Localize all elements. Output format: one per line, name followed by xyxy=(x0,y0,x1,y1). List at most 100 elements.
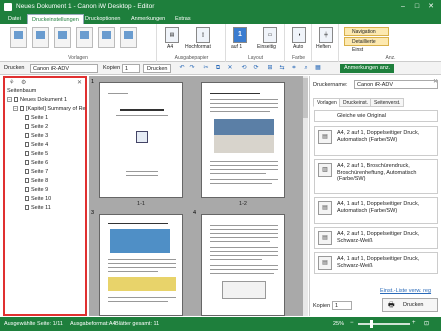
minimize-icon[interactable]: – xyxy=(398,2,408,12)
tab-anmerkungen[interactable]: Anmerkungen xyxy=(127,14,169,24)
navigation-button[interactable]: Navigation xyxy=(344,27,389,36)
pages-per-sheet-button[interactable]: 1 xyxy=(233,27,247,43)
page-view-icon[interactable]: ▦ xyxy=(314,65,322,72)
cut-icon[interactable]: ✂ xyxy=(202,65,210,72)
undo-icon[interactable]: ↶ xyxy=(178,65,186,72)
tree-chapter[interactable]: − [Kapitel] Summary of Re xyxy=(13,106,86,112)
tree-chapter-label: [Kapitel] Summary of Re xyxy=(26,106,86,112)
page-thumbnail-3[interactable] xyxy=(99,214,183,316)
print-button[interactable]: Drucken xyxy=(143,64,172,73)
tree-page-item[interactable]: Seite 10 xyxy=(25,196,51,202)
page-thumbnail-4[interactable] xyxy=(201,214,285,316)
setting-item[interactable]: ▤ A4, 1 auf 1, Doppelseitiger Druck, Aut… xyxy=(314,197,438,224)
template-button-6[interactable] xyxy=(120,27,137,48)
group-label-layout: Layout xyxy=(247,55,263,61)
tree-root[interactable]: − Neues Dokument 1 xyxy=(7,97,67,103)
page-icon xyxy=(25,187,29,193)
rotate-right-icon[interactable]: ⟳ xyxy=(252,65,260,72)
setting-item[interactable]: ▤ A4, 2 auf 1, Doppelseitiger Druck, Sch… xyxy=(314,227,438,249)
tree-page-item[interactable]: Seite 11 xyxy=(25,205,51,211)
page-icon xyxy=(25,151,29,157)
orientation-icon[interactable]: ▯ xyxy=(196,27,210,43)
redo-icon[interactable]: ↷ xyxy=(188,65,196,72)
pages-per-sheet-label: auf 1 xyxy=(231,44,243,50)
rotate-left-icon[interactable]: ⟲ xyxy=(240,65,248,72)
copies-input[interactable]: 1 xyxy=(332,301,352,310)
tree-page-item[interactable]: Seite 3 xyxy=(25,133,48,139)
setting-item[interactable]: ▤ A4, 1 auf 1, Doppelseitiger Druck, Sch… xyxy=(314,252,438,274)
move-page-icon[interactable]: ⇆ xyxy=(278,65,286,72)
template-button-2[interactable] xyxy=(32,27,49,48)
setting-item[interactable]: ▤ A4, 2 auf 1, Doppelseitiger Druck, Aut… xyxy=(314,126,438,156)
page-icon xyxy=(25,133,29,139)
zoom-icon[interactable]: ⌕ xyxy=(302,65,310,72)
zoom-slider-thumb[interactable] xyxy=(370,320,373,328)
tab-druckoptionen[interactable]: Druckoptionen xyxy=(81,14,124,24)
tree-page-item[interactable]: Seite 2 xyxy=(25,124,48,130)
title-bar: Neues Dokument 1 - Canon iW Desktop - Ed… xyxy=(0,0,441,14)
tree-page-item[interactable]: Seite 1 xyxy=(25,115,48,121)
tree-root-label: Neues Dokument 1 xyxy=(20,97,68,103)
zoom-slider[interactable] xyxy=(358,323,410,325)
zoom-out-icon[interactable]: − xyxy=(350,320,354,326)
setting-text: A4, 2 auf 1, Broschürendruck, Broschüren… xyxy=(337,163,417,182)
panel-close-icon[interactable]: ✕ xyxy=(77,80,84,87)
tab-datei[interactable]: Datei xyxy=(4,14,25,24)
maximize-icon[interactable]: □ xyxy=(412,2,422,12)
window-title: Neues Dokument 1 - Canon iW Desktop - Ed… xyxy=(16,3,155,10)
tab-druckeinst[interactable]: Druckeinst. xyxy=(339,98,373,107)
delete-icon[interactable]: ✕ xyxy=(226,65,234,72)
sheet-label: 1-1 xyxy=(137,201,145,207)
tree-page-label: Seite 6 xyxy=(31,160,49,166)
tree-page-item[interactable]: Seite 5 xyxy=(25,151,48,157)
page-thumbnail-1[interactable] xyxy=(99,82,183,198)
tree-page-item[interactable]: Seite 6 xyxy=(25,160,48,166)
tree-settings-icon[interactable]: ⚙ xyxy=(21,80,28,87)
tab-vorlagen[interactable]: Vorlagen xyxy=(313,98,341,107)
tree-page-item[interactable]: Seite 4 xyxy=(25,142,48,148)
page-thumbnail-2[interactable] xyxy=(201,82,285,198)
show-annotations-button[interactable]: Anmerkungen anz. xyxy=(340,64,395,73)
template-button-3[interactable] xyxy=(54,27,71,48)
settings-list-link[interactable]: Einst.-Liste verw. reg xyxy=(380,288,431,294)
tree-page-item[interactable]: Seite 8 xyxy=(25,178,48,184)
group-anzeige: Navigation Detaillierte Einst Anz. xyxy=(340,24,441,62)
tree-page-label: Seite 5 xyxy=(31,151,49,157)
scrollbar-thumb[interactable] xyxy=(303,78,308,118)
tab-seitenverst[interactable]: Seitenverst. xyxy=(370,98,405,107)
fit-page-icon[interactable]: ⊡ xyxy=(424,320,429,327)
printer-name-select[interactable]: Canon iR-ADV xyxy=(354,80,438,89)
tree-page-item[interactable]: Seite 9 xyxy=(25,187,48,193)
paper-size-icon[interactable]: ▤ xyxy=(165,27,179,43)
template-button-4[interactable] xyxy=(76,27,93,48)
copies-input[interactable]: 1 xyxy=(122,64,140,73)
tree-tool-icon[interactable]: ⚘ xyxy=(9,80,16,87)
setting-item[interactable]: Gleiche wie Original xyxy=(314,110,438,122)
document-view[interactable]: 1 1-1 1-2 3 4 xyxy=(89,76,303,316)
template-button-1[interactable] xyxy=(10,27,27,48)
crop-icon[interactable]: ⌗ xyxy=(290,65,298,72)
tree-page-item[interactable]: Seite 7 xyxy=(25,169,48,175)
collapse-icon[interactable]: − xyxy=(13,106,18,112)
collapse-icon[interactable]: − xyxy=(7,97,12,103)
duplex-icon[interactable]: ▭ xyxy=(263,27,277,43)
stapler-icon[interactable]: ╪ xyxy=(319,27,333,43)
detail-settings-button[interactable]: Detaillierte Einst xyxy=(344,37,389,53)
tab-druckeinstellungen[interactable]: Druckeinstellungen xyxy=(27,14,84,24)
tree-page-label: Seite 8 xyxy=(31,178,49,184)
close-icon[interactable]: ✕ xyxy=(426,2,436,12)
color-icon[interactable]: ◑ xyxy=(292,27,306,43)
group-ausgabepapier: ▤ A4 ▯ Hochformat Ausgabepapier xyxy=(158,24,226,62)
print-settings-icon: ▤ xyxy=(318,231,332,245)
document-icon xyxy=(14,97,18,103)
insert-page-icon[interactable]: ⊞ xyxy=(266,65,274,72)
copy-icon[interactable]: ⧉ xyxy=(214,65,222,72)
zoom-in-icon[interactable]: + xyxy=(412,320,416,326)
settings-panel: ✕ Druckername: Canon iR-ADV Vorlagen Dru… xyxy=(309,76,441,316)
tab-extras[interactable]: Extras xyxy=(171,14,195,24)
template-button-5[interactable] xyxy=(98,27,115,48)
printer-select[interactable]: Canon iR-ADV xyxy=(30,64,98,73)
page-icon xyxy=(25,142,29,148)
setting-item[interactable]: ▥ A4, 2 auf 1, Broschürendruck, Broschür… xyxy=(314,159,438,194)
group-label-ausgabepapier: Ausgabepapier xyxy=(174,55,209,61)
